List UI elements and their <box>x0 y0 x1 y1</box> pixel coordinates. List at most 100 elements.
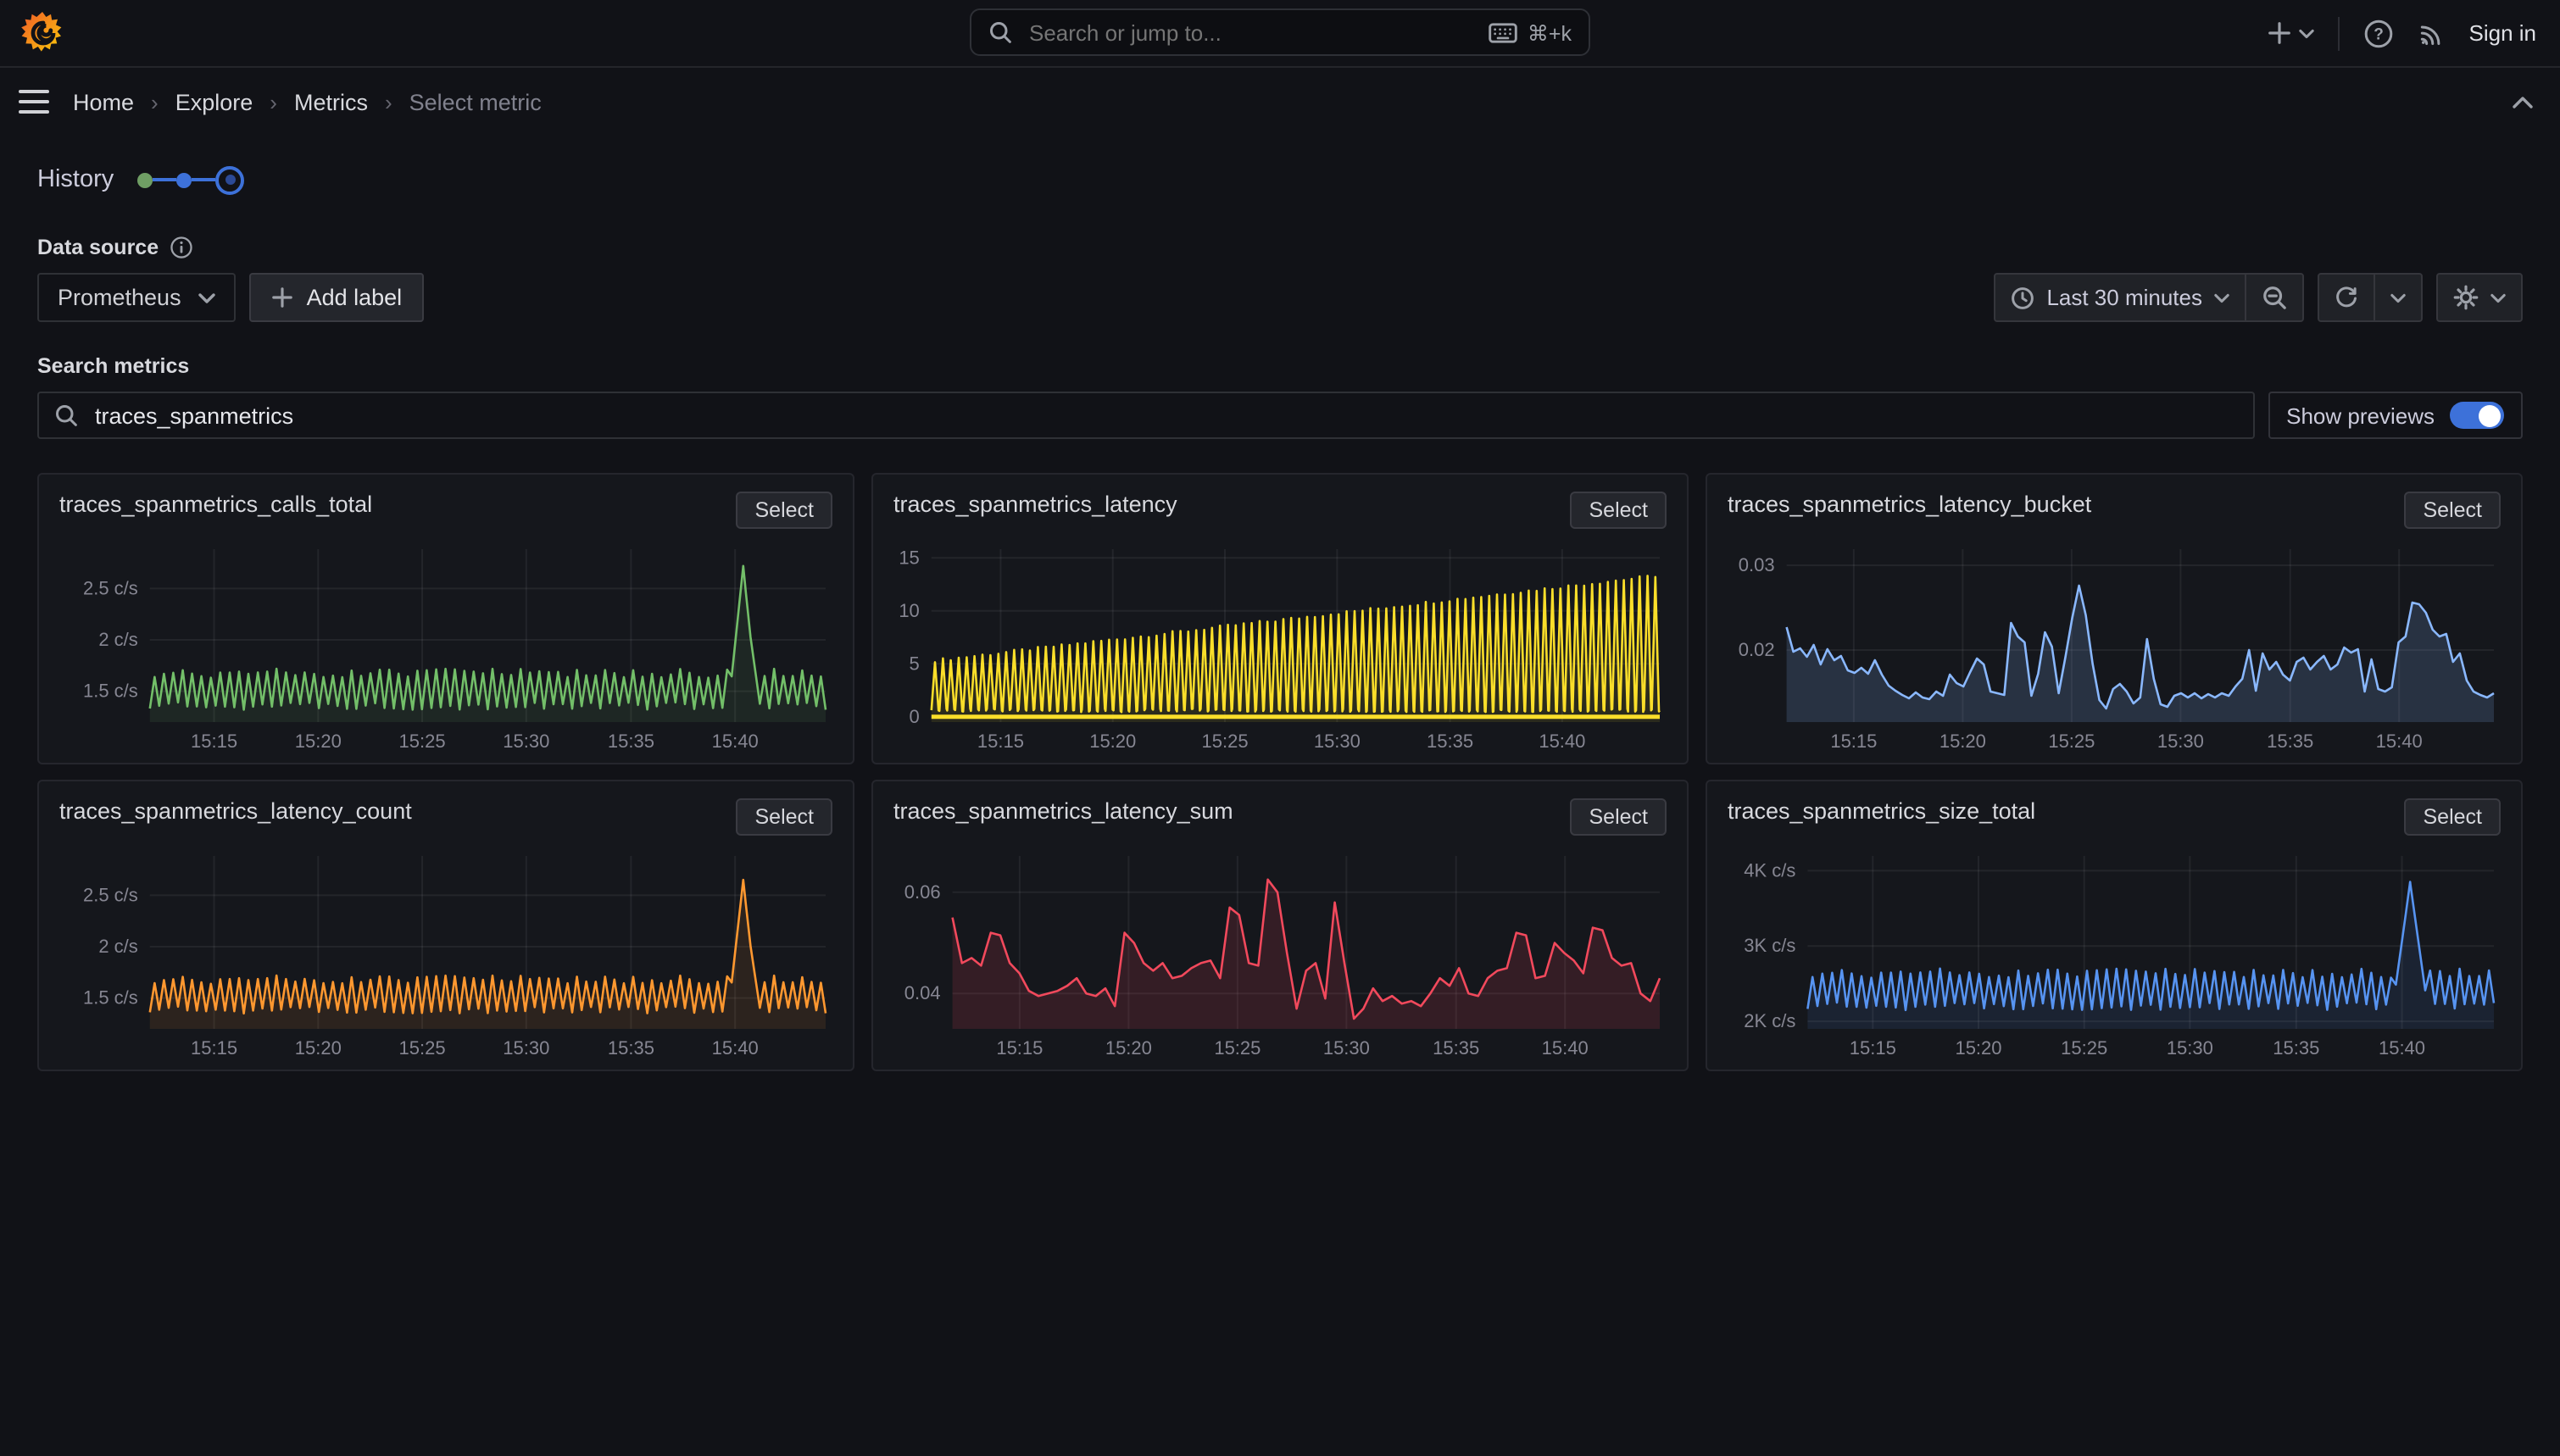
chevron-down-icon <box>2300 28 2315 38</box>
add-label-text: Add label <box>307 285 403 310</box>
grafana-logo-icon[interactable] <box>20 10 64 56</box>
panel-title: traces_spanmetrics_latency_sum <box>893 798 1233 824</box>
help-button[interactable]: ? <box>2364 18 2395 48</box>
news-button[interactable] <box>2418 19 2446 47</box>
chevron-down-icon <box>2490 292 2506 303</box>
show-previews-toggle[interactable] <box>2450 402 2504 429</box>
history-step-dot[interactable] <box>176 172 192 187</box>
x-tick-label: 15:35 <box>2267 731 2313 752</box>
metric-preview-chart[interactable]: 2K c/s3K c/s4K c/s15:1515:2015:2515:3015… <box>1728 853 2504 1063</box>
rss-icon <box>2418 19 2446 47</box>
x-tick-label: 15:15 <box>996 1037 1043 1059</box>
x-tick-label: 15:40 <box>2376 731 2423 752</box>
panel-header: traces_spanmetrics_latency_sum Select <box>893 798 1667 849</box>
zoom-out-button[interactable] <box>2245 275 2302 320</box>
select-metric-button[interactable]: Select <box>2405 798 2502 836</box>
y-tick-label: 10 <box>899 600 919 621</box>
refresh-button[interactable] <box>2319 275 2374 320</box>
select-metric-button[interactable]: Select <box>1571 798 1667 836</box>
x-tick-label: 15:30 <box>503 731 549 752</box>
panel-title: traces_spanmetrics_calls_total <box>59 492 372 517</box>
breadcrumb: Home Explore Metrics Select metric <box>73 89 542 114</box>
refresh-interval-button[interactable] <box>2374 275 2421 320</box>
breadcrumb-explore[interactable]: Explore <box>175 89 253 114</box>
time-controls: Last 30 minutes <box>1994 273 2523 322</box>
chevron-down-icon <box>2390 292 2406 303</box>
search-icon <box>988 20 1012 44</box>
metric-panel: traces_spanmetrics_calls_total Select 1.5 … <box>37 473 854 764</box>
select-metric-button[interactable]: Select <box>737 798 833 836</box>
plus-icon <box>2268 20 2293 46</box>
mega-menu-toggle[interactable] <box>19 90 49 114</box>
metric-preview-chart[interactable]: 1.5 c/s2 c/s2.5 c/s15:1515:2015:2515:301… <box>59 546 836 756</box>
settings-group <box>2436 273 2523 322</box>
x-tick-label: 15:35 <box>608 731 654 752</box>
global-search-box[interactable]: ⌘+k <box>970 8 1590 56</box>
panel-title: traces_spanmetrics_latency <box>893 492 1177 517</box>
metric-preview-chart[interactable]: 05101515:1515:2015:2515:3015:3515:40 <box>893 546 1670 756</box>
keyboard-shortcut-hint: ⌘+k <box>1489 19 1572 45</box>
breadcrumb-metrics[interactable]: Metrics <box>294 89 368 114</box>
history-connector <box>153 178 176 181</box>
add-new-button[interactable] <box>2268 20 2315 46</box>
metric-panel: traces_spanmetrics_latency_sum Select 0.04… <box>871 780 1689 1071</box>
metric-search-box[interactable] <box>37 392 2254 439</box>
x-tick-label: 15:40 <box>1542 1037 1589 1059</box>
metric-preview-chart[interactable]: 0.040.0615:1515:2015:2515:3015:3515:40 <box>893 853 1670 1063</box>
time-range-label: Last 30 minutes <box>2046 285 2202 310</box>
x-tick-label: 15:25 <box>399 731 446 752</box>
datasource-label: Data source <box>37 236 159 259</box>
hamburger-icon <box>19 90 49 114</box>
y-tick-label: 2.5 c/s <box>83 577 138 598</box>
x-tick-label: 15:35 <box>608 1037 654 1059</box>
x-tick-label: 15:15 <box>191 1037 237 1059</box>
x-tick-label: 15:30 <box>503 1037 549 1059</box>
select-metric-button[interactable]: Select <box>2405 492 2502 529</box>
x-tick-label: 15:25 <box>2048 731 2095 752</box>
refresh-group <box>2318 273 2423 322</box>
x-tick-label: 15:40 <box>1539 731 1585 752</box>
x-tick-label: 15:15 <box>1830 731 1877 752</box>
y-tick-label: 15 <box>899 547 919 568</box>
metric-panel: traces_spanmetrics_latency_countSelect1.… <box>37 780 854 1071</box>
x-tick-label: 15:25 <box>399 1037 446 1059</box>
select-metric-button[interactable]: Select <box>1571 492 1667 529</box>
panel-header: traces_spanmetrics_latency_countSelect <box>59 798 832 849</box>
panel-title: traces_spanmetrics_latency_bucket <box>1728 492 2091 517</box>
series-fill <box>1787 586 2494 722</box>
search-icon <box>54 403 78 427</box>
collapse-toolbar-button[interactable] <box>2513 96 2533 108</box>
controls-row: Prometheus Add label Last 30 minutes <box>37 273 2523 322</box>
settings-button[interactable] <box>2438 275 2521 320</box>
x-tick-label: 15:20 <box>1939 731 1986 752</box>
history-timeline[interactable] <box>137 165 244 194</box>
x-tick-label: 15:15 <box>977 731 1024 752</box>
top-nav-actions: ? Sign in <box>2268 0 2537 66</box>
refresh-icon <box>2335 286 2358 309</box>
chevron-down-icon <box>198 292 215 303</box>
keyboard-icon <box>1489 21 1517 43</box>
global-search-input[interactable] <box>1026 18 1475 47</box>
metric-panel-grid: traces_spanmetrics_calls_total Select 1.5 … <box>37 473 2523 1071</box>
panel-header: traces_spanmetrics_latency Select <box>893 492 1667 542</box>
x-tick-label: 15:25 <box>1202 731 1249 752</box>
metric-search-input[interactable] <box>92 401 2237 430</box>
breadcrumb-separator <box>151 89 159 114</box>
history-current-step[interactable] <box>215 165 244 194</box>
sign-in-link[interactable]: Sign in <box>2469 20 2537 46</box>
breadcrumb-home[interactable]: Home <box>73 89 134 114</box>
panel-header: traces_spanmetrics_calls_total Select <box>59 492 832 542</box>
help-icon: ? <box>2364 18 2395 48</box>
y-tick-label: 1.5 c/s <box>83 681 138 702</box>
y-tick-label: 2 c/s <box>98 936 137 957</box>
datasource-picker[interactable]: Prometheus <box>37 273 236 322</box>
metric-preview-chart[interactable]: 1.5 c/s2 c/s2.5 c/s15:1515:2015:2515:301… <box>59 853 836 1063</box>
breadcrumb-separator <box>270 89 277 114</box>
add-label-button[interactable]: Add label <box>249 273 425 322</box>
y-tick-label: 0.02 <box>1739 639 1775 660</box>
metric-preview-chart[interactable]: 0.020.0315:1515:2015:2515:3015:3515:40 <box>1728 546 2504 756</box>
select-metric-button[interactable]: Select <box>737 492 833 529</box>
time-range-picker[interactable]: Last 30 minutes <box>1995 275 2245 320</box>
x-tick-label: 15:20 <box>1089 731 1136 752</box>
history-step-dot[interactable] <box>137 172 153 187</box>
